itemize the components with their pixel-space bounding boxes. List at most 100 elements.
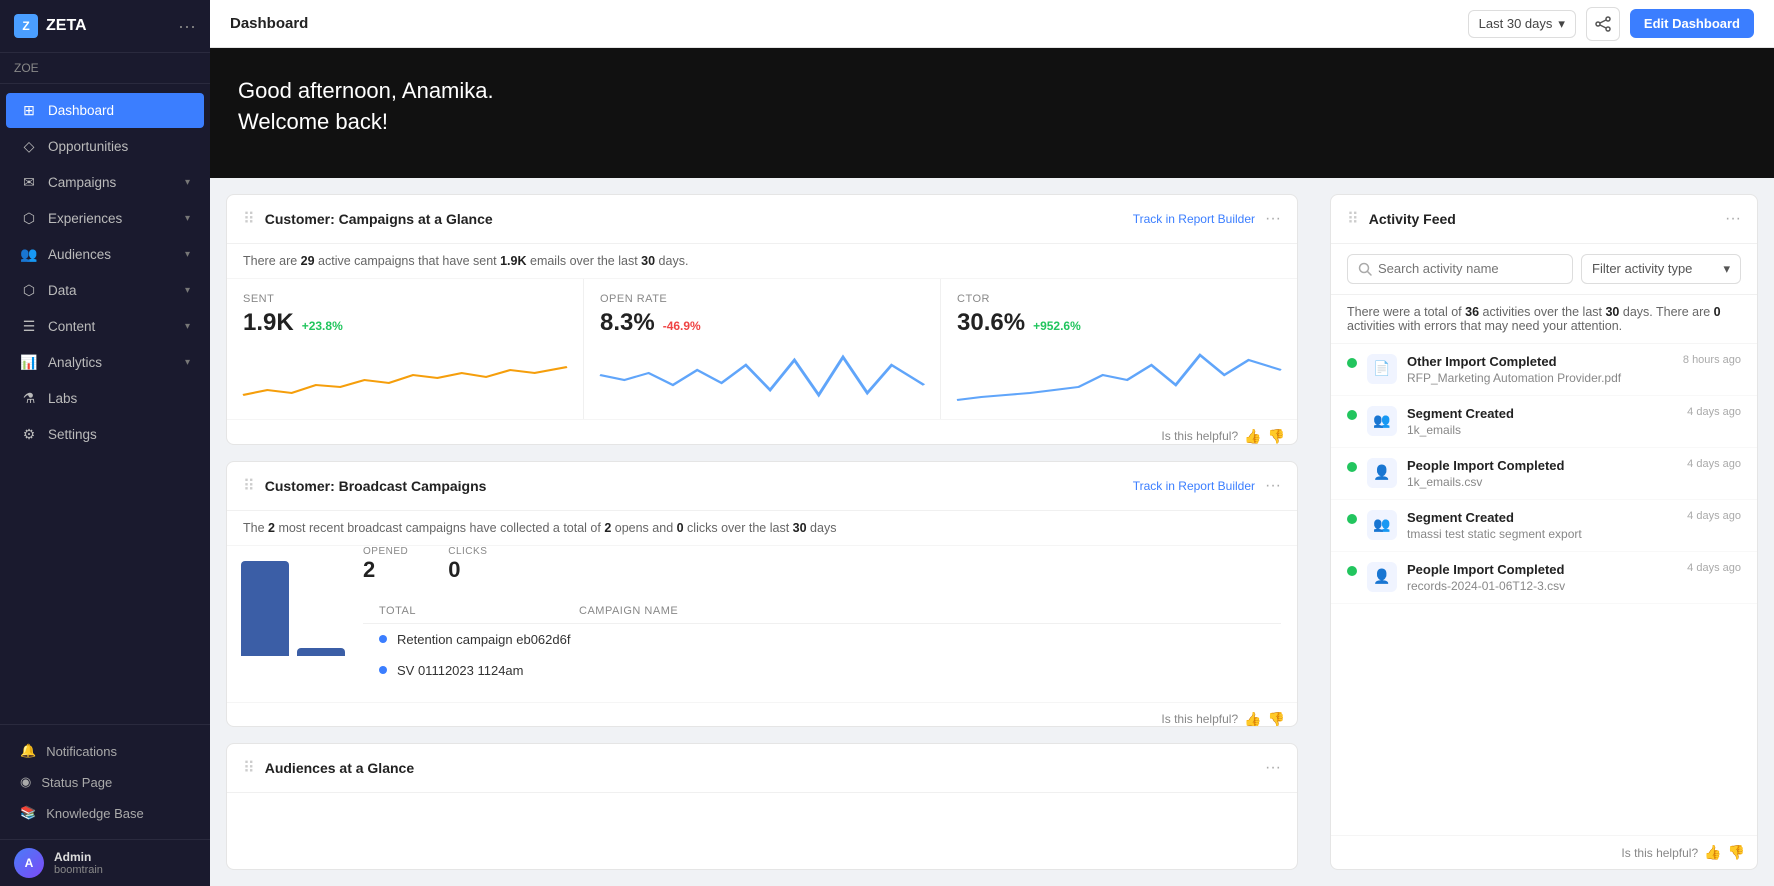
activity-type-icon: 👥	[1367, 510, 1397, 540]
right-panel: ⠿ Activity Feed ··· Filter activity	[1314, 178, 1774, 886]
activity-sub: tmassi test static segment export	[1407, 527, 1677, 541]
sidebar-item-status[interactable]: ◉ Status Page	[6, 767, 204, 797]
campaign-table-header: TOTAL CAMPAIGN NAME	[363, 599, 1281, 624]
ctor-sparkline	[957, 345, 1281, 405]
bar-clicks	[297, 648, 345, 656]
user-sub: boomtrain	[54, 864, 103, 876]
edit-dashboard-button[interactable]: Edit Dashboard	[1630, 9, 1754, 38]
sidebar-header: Z ZETA ···	[0, 0, 210, 53]
drag-handle-icon[interactable]: ⠿	[243, 758, 255, 778]
sidebar-item-label: Campaigns	[48, 175, 116, 190]
audiences-content	[227, 793, 1297, 870]
activity-type-icon: 👥	[1367, 406, 1397, 436]
user-row: A Admin boomtrain	[0, 839, 210, 886]
app-name: ZETA	[46, 17, 87, 35]
filter-label: Filter activity type	[1592, 261, 1692, 276]
campaigns-nav-icon: ✉	[20, 174, 38, 191]
chevron-icon: ▾	[185, 213, 190, 224]
broadcast-thumbs-up[interactable]: 👍	[1244, 711, 1261, 728]
sidebar-item-labs[interactable]: ⚗ Labs	[6, 381, 204, 416]
drag-handle-icon[interactable]: ⠿	[243, 476, 255, 496]
activity-sub: 1k_emails	[1407, 423, 1677, 437]
audiences-more-icon[interactable]: ···	[1265, 759, 1281, 777]
notifications-icon: 🔔	[20, 743, 36, 759]
activity-feed-title: Activity Feed	[1369, 211, 1456, 227]
audiences-header: ⠿ Audiences at a Glance ···	[227, 744, 1297, 793]
broadcast-header: ⠿ Customer: Broadcast Campaigns Track in…	[227, 462, 1297, 511]
sidebar-item-label: Content	[48, 319, 95, 334]
activity-thumbs-up[interactable]: 👍	[1704, 844, 1721, 861]
broadcast-campaigns-card: ⠿ Customer: Broadcast Campaigns Track in…	[226, 461, 1298, 728]
sidebar-item-content[interactable]: ☰ Content ▾	[6, 309, 204, 344]
activity-thumbs-down[interactable]: 👎	[1728, 844, 1745, 861]
activity-search-box[interactable]	[1347, 254, 1573, 284]
status-icon: ◉	[20, 774, 31, 790]
filter-activity-select[interactable]: Filter activity type ▾	[1581, 254, 1741, 284]
activity-more-icon[interactable]: ···	[1725, 210, 1741, 228]
audiences-glance-card: ⠿ Audiences at a Glance ···	[226, 743, 1298, 870]
broadcast-track-link[interactable]: Track in Report Builder	[1133, 479, 1255, 493]
broadcast-thumbs-down[interactable]: 👎	[1268, 711, 1285, 728]
content-nav-icon: ☰	[20, 318, 38, 335]
sidebar-more-button[interactable]: ···	[178, 16, 196, 37]
settings-nav-icon: ⚙	[20, 426, 38, 443]
metric-sent: Sent 1.9K +23.8%	[227, 279, 584, 419]
date-range-selector[interactable]: Last 30 days ▾	[1468, 10, 1576, 38]
activity-summary: There were a total of 36 activities over…	[1331, 295, 1757, 344]
sidebar-item-audiences[interactable]: 👥 Audiences ▾	[6, 237, 204, 272]
sidebar-item-campaigns[interactable]: ✉ Campaigns ▾	[6, 165, 204, 200]
campaigns-glance-title: Customer: Campaigns at a Glance	[265, 211, 1123, 227]
activity-sub: RFP_Marketing Automation Provider.pdf	[1407, 371, 1673, 385]
track-report-link[interactable]: Track in Report Builder	[1133, 212, 1255, 226]
sidebar-item-knowledge[interactable]: 📚 Knowledge Base	[6, 798, 204, 828]
sidebar-bottom: 🔔 Notifications◉ Status Page📚 Knowledge …	[0, 724, 210, 835]
sidebar-item-opportunities[interactable]: ◇ Opportunities	[6, 129, 204, 164]
broadcast-summary: The 2 most recent broadcast campaigns ha…	[227, 511, 1297, 546]
card-more-icon[interactable]: ···	[1265, 210, 1281, 228]
app-logo: Z ZETA	[14, 14, 87, 38]
opened-stat: Opened 2	[363, 546, 408, 583]
thumbs-down-button[interactable]: 👎	[1268, 428, 1285, 445]
sidebar-item-notifications[interactable]: 🔔 Notifications	[6, 736, 204, 766]
chevron-icon: ▾	[185, 249, 190, 260]
campaign-row: SV 01112023 1124am	[363, 655, 1281, 686]
campaign-row: Retention campaign eb062d6f	[363, 624, 1281, 655]
sidebar-item-label: Data	[48, 283, 77, 298]
drag-handle-icon[interactable]: ⠿	[243, 209, 255, 229]
activity-time: 4 days ago	[1687, 510, 1741, 522]
sidebar: Z ZETA ··· ZOE ⊞ Dashboard ◇ Opportuniti…	[0, 0, 210, 886]
share-button[interactable]	[1586, 7, 1620, 41]
activity-list-item: 👥 Segment Created 1k_emails 4 days ago	[1331, 396, 1757, 448]
knowledge-icon: 📚	[20, 805, 36, 821]
broadcast-content: Opened 2 Clicks 0 TOTAL CAMPAIGN NAME	[227, 546, 1297, 702]
broadcast-footer: Is this helpful? 👍 👎	[227, 702, 1297, 728]
chevron-icon: ▾	[185, 285, 190, 296]
user-name: Admin	[54, 850, 103, 864]
campaigns-glance-header: ⠿ Customer: Campaigns at a Glance Track …	[227, 195, 1297, 244]
search-input[interactable]	[1378, 261, 1562, 276]
activity-list-item: 👤 People Import Completed 1k_emails.csv …	[1331, 448, 1757, 500]
sent-sparkline	[243, 345, 567, 405]
activity-list-item: 👥 Segment Created tmassi test static seg…	[1331, 500, 1757, 552]
sidebar-item-data[interactable]: ⬡ Data ▾	[6, 273, 204, 308]
sidebar-item-dashboard[interactable]: ⊞ Dashboard	[6, 93, 204, 128]
sidebar-item-experiences[interactable]: ⬡ Experiences ▾	[6, 201, 204, 236]
metric-open-rate: Open Rate 8.3% -46.9%	[584, 279, 941, 419]
sidebar-item-settings[interactable]: ⚙ Settings	[6, 417, 204, 452]
campaign-dot	[379, 666, 387, 674]
org-label: ZOE	[0, 53, 210, 84]
content-area: ⠿ Customer: Campaigns at a Glance Track …	[210, 178, 1774, 886]
sidebar-item-analytics[interactable]: 📊 Analytics ▾	[6, 345, 204, 380]
broadcast-more-icon[interactable]: ···	[1265, 477, 1281, 495]
metric-ctor: CTOR 30.6% +952.6%	[941, 279, 1297, 419]
thumbs-up-button[interactable]: 👍	[1244, 428, 1261, 445]
activity-time: 8 hours ago	[1683, 354, 1741, 366]
dashboard-nav-icon: ⊞	[20, 102, 38, 119]
sidebar-item-label: Experiences	[48, 211, 122, 226]
activity-name: Other Import Completed	[1407, 354, 1673, 369]
chevron-icon: ▾	[185, 177, 190, 188]
sidebar-item-label: Opportunities	[48, 139, 128, 154]
activity-drag-icon[interactable]: ⠿	[1347, 209, 1359, 229]
activity-sub: records-2024-01-06T12-3.csv	[1407, 579, 1677, 593]
topbar: Dashboard Last 30 days ▾ Edit Dashboard	[210, 0, 1774, 48]
